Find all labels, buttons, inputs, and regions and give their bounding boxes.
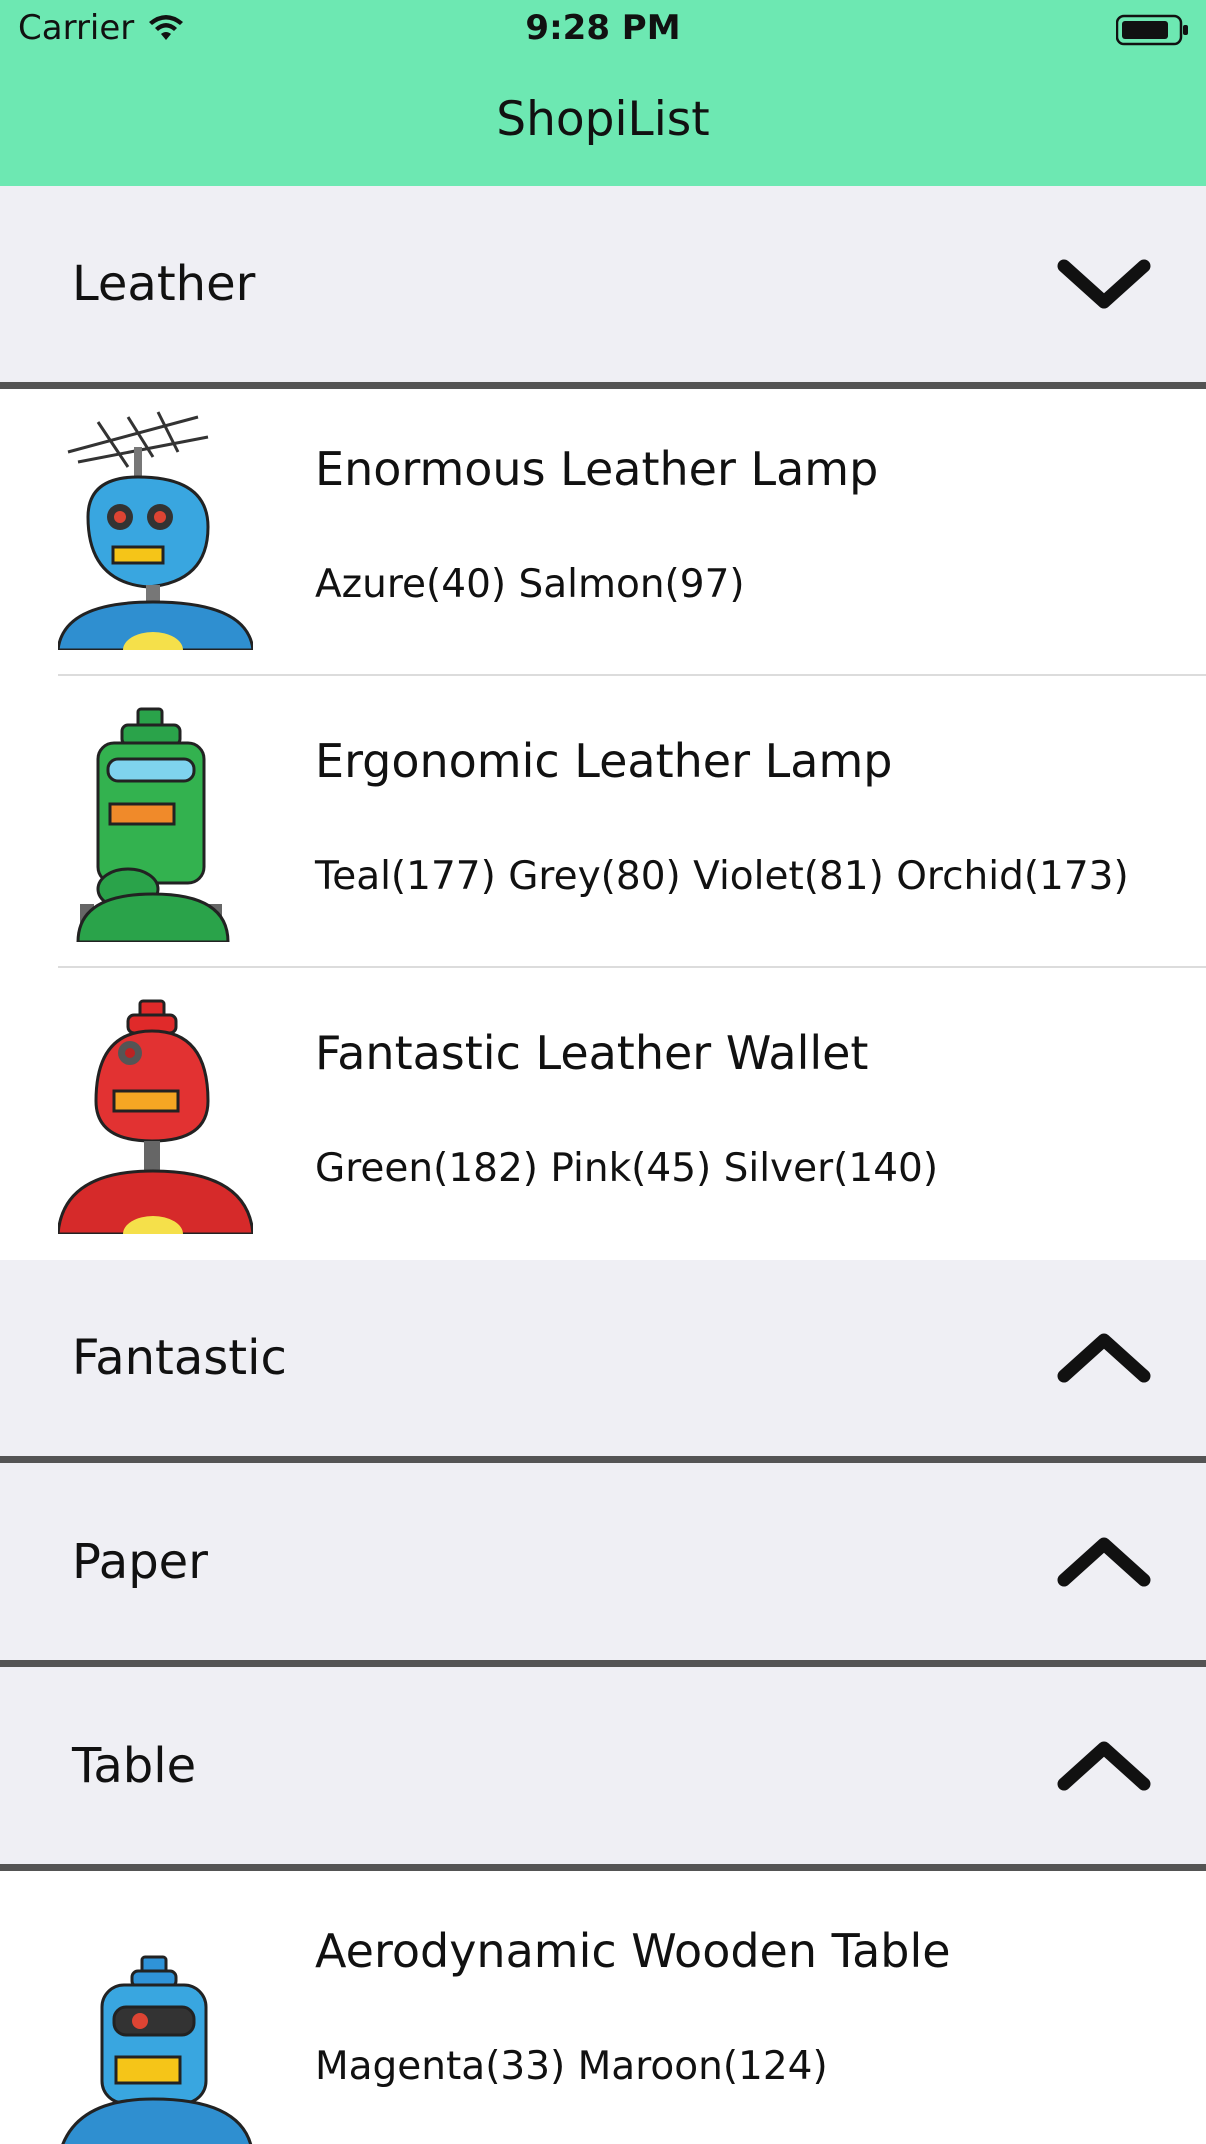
product-row[interactable]: Aerodynamic Wooden Table Magenta(33) Mar… [0,1871,1206,2144]
battery-icon [1116,14,1188,46]
chevron-down-icon [1057,259,1151,309]
product-variants: Teal(177) Grey(80) Violet(81) Orchid(173… [315,854,1129,899]
section-title: Paper [72,1533,208,1590]
section-divider [0,1660,1206,1667]
robot-avatar-icon [58,1889,253,2144]
section-divider [0,1456,1206,1463]
robot-avatar-icon [58,991,253,1234]
product-name: Aerodynamic Wooden Table [315,1924,951,1978]
section-header-leather[interactable]: Leather [0,186,1206,382]
section-title: Leather [72,256,256,312]
product-variants: Azure(40) Salmon(97) [315,562,745,607]
chevron-up-icon [1057,1537,1151,1586]
status-time: 9:28 PM [525,8,681,48]
chevron-up-icon [1057,1741,1151,1790]
section-header-fantastic[interactable]: Fantastic [0,1260,1206,1456]
product-row[interactable]: Ergonomic Leather Lamp Teal(177) Grey(80… [0,681,1206,973]
section-header-table[interactable]: Table [0,1667,1206,1864]
section-title: Fantastic [72,1330,287,1386]
section-header-paper[interactable]: Paper [0,1463,1206,1660]
product-variants: Magenta(33) Maroon(124) [315,2044,828,2089]
product-variants: Green(182) Pink(45) Silver(140) [315,1146,939,1191]
product-name: Fantastic Leather Wallet [315,1026,869,1080]
chevron-up-icon [1057,1333,1151,1383]
product-row[interactable]: Enormous Leather Lamp Azure(40) Salmon(9… [0,389,1206,681]
page-title: ShopiList [496,92,710,147]
product-name: Enormous Leather Lamp [315,442,879,496]
navigation-bar: Carrier 9:28 PM ShopiList [0,0,1206,186]
section-title: Table [72,1737,197,1794]
section-divider [0,1864,1206,1871]
status-bar: Carrier 9:28 PM [0,0,1206,62]
section-divider [0,382,1206,389]
robot-avatar-icon [58,699,253,942]
row-divider [58,966,1206,968]
product-name: Ergonomic Leather Lamp [315,734,893,788]
robot-avatar-icon [58,407,253,650]
row-divider [58,674,1206,676]
product-row[interactable]: Fantastic Leather Wallet Green(182) Pink… [0,973,1206,1260]
